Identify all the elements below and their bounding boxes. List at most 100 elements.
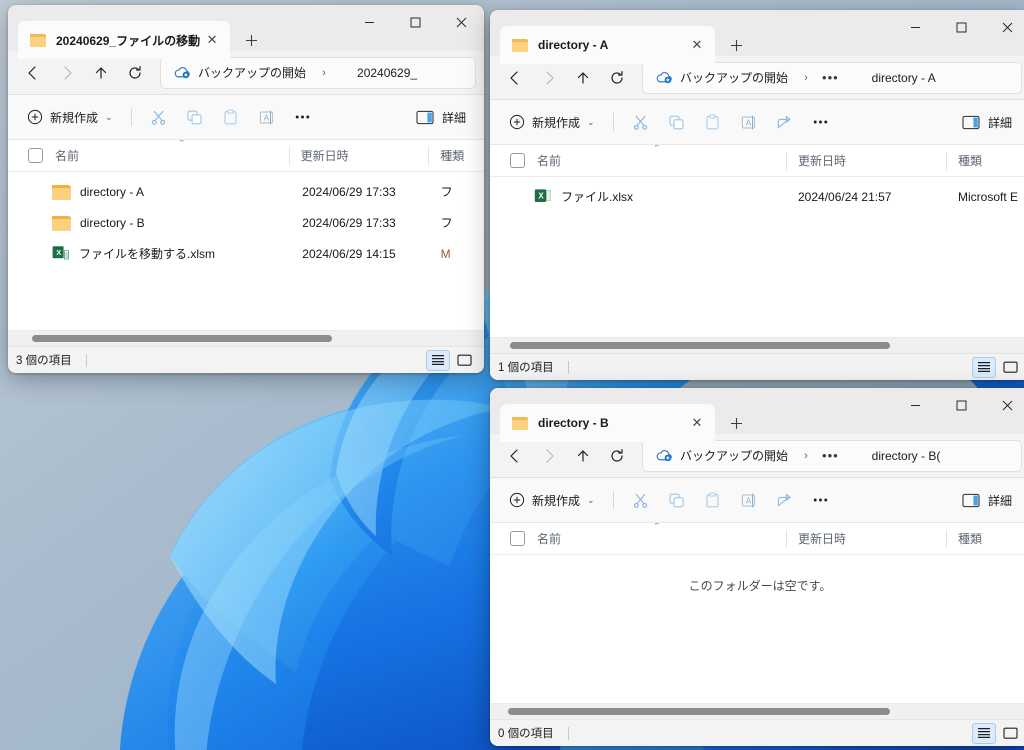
explorer-window-2[interactable]: directory - A ✕ バックアップの開始 › ••• director… [490,10,1024,380]
preview-pane-button[interactable] [452,350,476,371]
list-view-button[interactable] [972,722,996,744]
close-button[interactable] [438,5,484,39]
file-name-cell[interactable]: directory - B [8,215,290,231]
maximize-button[interactable] [938,10,984,44]
back-button[interactable] [16,57,50,89]
table-row[interactable]: directory - A 2024/06/29 17:33 フ [8,176,484,207]
file-name-cell[interactable]: X ファイル.xlsx [490,187,786,206]
scrollbar-thumb[interactable] [510,342,890,349]
breadcrumb-separator[interactable]: › [797,450,815,462]
new-button[interactable]: 新規作成 ⌄ [18,102,122,132]
column-header-type[interactable]: 種類 [428,140,484,172]
paste-button[interactable] [695,107,731,137]
breadcrumb-overflow[interactable]: ••• [815,70,846,85]
minimize-button[interactable] [892,388,938,422]
breadcrumb-current[interactable]: directory - B( [846,443,950,469]
breadcrumb-backup[interactable]: バックアップの開始 [647,443,797,469]
new-button[interactable]: 新規作成 ⌄ [500,485,604,515]
address-bar[interactable]: バックアップの開始 › 20240629_ [160,56,476,89]
close-icon[interactable]: ✕ [685,411,709,435]
forward-button[interactable] [532,440,566,472]
refresh-button[interactable] [118,57,152,89]
horizontal-scrollbar[interactable] [490,337,1024,353]
column-header-name[interactable]: 名前 [490,145,786,177]
cut-button[interactable] [623,107,659,137]
select-all-checkbox[interactable] [510,531,525,546]
forward-button[interactable] [532,62,566,94]
cut-button[interactable] [141,102,177,132]
breadcrumb-separator[interactable]: › [797,72,815,84]
file-name-cell[interactable]: X ファイルを移動する.xlsm [8,244,290,263]
list-view-button[interactable] [426,349,450,371]
breadcrumb-backup[interactable]: バックアップの開始 [165,60,315,86]
file-list-area[interactable]: ⌃ 名前 更新日時 種類 X ファイル.xlsx 2024/06/24 21:5… [490,145,1024,353]
close-icon[interactable]: ✕ [685,33,709,57]
new-tab-button[interactable] [721,30,751,60]
more-options-button[interactable] [285,102,321,132]
more-options-button[interactable] [803,485,839,515]
new-tab-button[interactable] [236,25,266,55]
forward-button[interactable] [50,57,84,89]
file-rows[interactable]: X ファイル.xlsx 2024/06/24 21:57 Microsoft E [490,177,1024,337]
copy-button[interactable] [177,102,213,132]
close-icon[interactable]: ✕ [200,28,224,52]
tab-active[interactable]: directory - A ✕ [500,26,715,64]
address-bar[interactable]: バックアップの開始 › ••• directory - B( [642,439,1022,472]
column-header-date[interactable]: 更新日時 [786,523,946,555]
address-bar[interactable]: バックアップの開始 › ••• directory - A [642,61,1022,94]
list-view-button[interactable] [972,356,996,378]
file-name-cell[interactable]: directory - A [8,184,290,200]
back-button[interactable] [498,440,532,472]
details-pane-button[interactable]: 詳細 [954,107,1020,137]
titlebar[interactable]: 20240629_ファイルの移動 ✕ [8,5,484,59]
table-row[interactable]: X ファイルを移動する.xlsm 2024/06/29 14:15 M [8,238,484,269]
new-button[interactable]: 新規作成 ⌄ [500,107,604,137]
details-pane-button[interactable]: 詳細 [954,485,1020,515]
column-header-date[interactable]: 更新日時 [288,140,429,172]
scrollbar-thumb[interactable] [508,708,890,715]
minimize-button[interactable] [892,10,938,44]
breadcrumb-separator[interactable]: › [315,67,333,79]
table-row[interactable]: directory - B 2024/06/29 17:33 フ [8,207,484,238]
close-button[interactable] [984,10,1024,44]
explorer-window-1[interactable]: 20240629_ファイルの移動 ✕ バックアップの開始 › 20240629_… [8,5,484,373]
column-header-type[interactable]: 種類 [946,523,1024,555]
select-all-checkbox[interactable] [28,148,43,163]
details-pane-button[interactable]: 詳細 [408,102,474,132]
up-button[interactable] [84,57,118,89]
share-button[interactable] [767,485,803,515]
new-tab-button[interactable] [721,408,751,438]
close-button[interactable] [984,388,1024,422]
column-header-name[interactable]: 名前 [8,140,289,172]
horizontal-scrollbar[interactable] [490,703,1024,719]
breadcrumb-overflow[interactable]: ••• [815,448,846,463]
tab-active[interactable]: 20240629_ファイルの移動 ✕ [18,21,231,59]
maximize-button[interactable] [392,5,438,39]
more-options-button[interactable] [803,107,839,137]
refresh-button[interactable] [600,440,634,472]
rename-button[interactable]: A [731,107,767,137]
paste-button[interactable] [213,102,249,132]
copy-button[interactable] [659,107,695,137]
explorer-window-3[interactable]: directory - B ✕ バックアップの開始 › ••• director… [490,388,1024,746]
breadcrumb-backup[interactable]: バックアップの開始 [647,65,797,91]
minimize-button[interactable] [346,5,392,39]
select-all-checkbox[interactable] [510,153,525,168]
rename-button[interactable]: A [249,102,285,132]
horizontal-scrollbar[interactable] [8,330,484,346]
breadcrumb-current[interactable]: 20240629_ [333,60,426,86]
back-button[interactable] [498,62,532,94]
share-button[interactable] [767,107,803,137]
paste-button[interactable] [695,485,731,515]
file-rows[interactable]: このフォルダーは空です。 [490,555,1024,703]
table-row[interactable]: X ファイル.xlsx 2024/06/24 21:57 Microsoft E [490,181,1024,212]
file-list-area[interactable]: ⌃ 名前 更新日時 種類 directory - A 2024/06/29 17… [8,140,484,346]
column-header-date[interactable]: 更新日時 [786,145,946,177]
breadcrumb-current[interactable]: directory - A [846,65,945,91]
up-button[interactable] [566,440,600,472]
refresh-button[interactable] [600,62,634,94]
titlebar[interactable]: directory - A ✕ [490,10,1024,64]
up-button[interactable] [566,62,600,94]
tab-active[interactable]: directory - B ✕ [500,404,715,442]
rename-button[interactable]: A [731,485,767,515]
